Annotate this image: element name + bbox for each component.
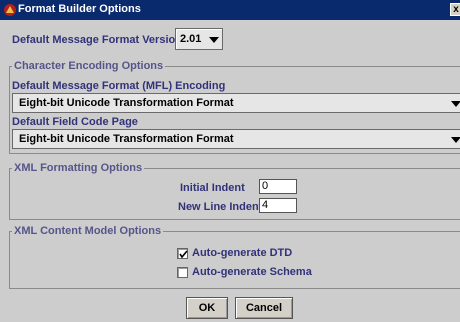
app-icon	[3, 3, 17, 17]
xml-content-model-group	[9, 231, 460, 289]
version-select[interactable]: 2.01	[175, 28, 223, 50]
close-button[interactable]: x	[450, 3, 460, 16]
character-encoding-group-title: Character Encoding Options	[12, 60, 166, 72]
version-label: Default Message Format Version	[12, 34, 182, 46]
chevron-down-icon	[451, 101, 460, 107]
new-line-indent-input[interactable]: 4	[259, 198, 297, 213]
new-line-indent-label: New Line Indent	[178, 201, 263, 213]
chevron-down-icon	[451, 137, 460, 143]
schema-label: Auto-generate Schema	[192, 266, 312, 278]
dtd-checkbox[interactable]	[177, 248, 188, 259]
ok-button[interactable]: OK	[186, 297, 228, 319]
window-title: Format Builder Options	[18, 3, 141, 15]
check-icon	[179, 250, 188, 259]
xml-content-model-group-title: XML Content Model Options	[12, 225, 164, 237]
mfl-encoding-label: Default Message Format (MFL) Encoding	[12, 80, 226, 92]
initial-indent-label: Initial Indent	[180, 182, 245, 194]
field-code-page-value: Eight-bit Unicode Transformation Format	[19, 133, 234, 145]
xml-formatting-group-title: XML Formatting Options	[12, 162, 145, 174]
mfl-encoding-value: Eight-bit Unicode Transformation Format	[19, 97, 234, 109]
schema-checkbox[interactable]	[177, 267, 188, 278]
field-code-page-select[interactable]: Eight-bit Unicode Transformation Format	[12, 129, 460, 149]
mfl-encoding-select[interactable]: Eight-bit Unicode Transformation Format	[12, 93, 460, 113]
title-bar: Format Builder Options x	[0, 0, 460, 20]
cancel-button[interactable]: Cancel	[235, 297, 293, 319]
version-value: 2.01	[180, 33, 202, 45]
dtd-label: Auto-generate DTD	[192, 247, 293, 259]
chevron-down-icon	[209, 37, 219, 43]
initial-indent-input[interactable]: 0	[259, 179, 297, 194]
field-code-page-label: Default Field Code Page	[12, 116, 138, 128]
